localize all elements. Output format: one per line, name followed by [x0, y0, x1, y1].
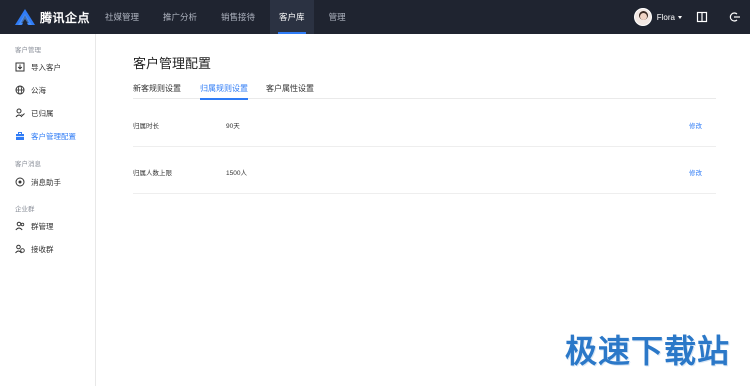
page-title: 客户管理配置 [133, 56, 212, 71]
nav-item-sales-reception[interactable]: 销售接待 [212, 0, 264, 34]
main-nav: 社媒管理 推广分析 销售接待 客户库 管理 [96, 0, 361, 34]
sidebar-item-public-pool[interactable]: 公海 [0, 82, 95, 98]
sidebar-item-label: 已归属 [31, 108, 54, 118]
book-icon[interactable] [696, 11, 708, 23]
tab-assignment-rules[interactable]: 归属规则设置 [200, 83, 248, 100]
sidebar-item-label: 公海 [31, 85, 46, 95]
sidebar-group-title-customer-messages: 客户消息 [15, 161, 41, 168]
tencent-qidian-logo-icon [15, 9, 35, 25]
group-receive-icon [15, 244, 25, 254]
group-icon [15, 221, 25, 231]
chevron-down-icon [678, 15, 682, 19]
sidebar-item-label: 消息助手 [31, 177, 61, 187]
sidebar-item-message-assistant[interactable]: 消息助手 [0, 174, 95, 190]
import-icon [15, 62, 25, 72]
tab-customer-attributes[interactable]: 客户属性设置 [266, 83, 314, 99]
top-navigation-bar: 腾讯企点 社媒管理 推广分析 销售接待 客户库 管理 Flora [0, 0, 750, 34]
sidebar-item-label: 接收群 [31, 244, 54, 254]
nav-item-customer-library[interactable]: 客户库 [270, 0, 314, 34]
sidebar-item-import-customers[interactable]: 导入客户 [0, 59, 95, 75]
watermark: 极速下载站 [564, 332, 730, 370]
setting-row-assignment-limit: 归属人数上限 1500人 修改 [133, 147, 716, 194]
message-target-icon [15, 177, 25, 187]
user-check-icon [15, 108, 25, 118]
nav-item-promotion-analysis[interactable]: 推广分析 [154, 0, 206, 34]
app-logo[interactable]: 腾讯企点 [15, 8, 90, 26]
setting-label: 归属人数上限 [133, 170, 172, 177]
logout-icon[interactable] [729, 11, 741, 23]
edit-button[interactable]: 修改 [689, 167, 702, 177]
edit-button[interactable]: 修改 [689, 120, 702, 130]
user-menu[interactable]: Flora [633, 7, 682, 27]
tab-new-customer-rules[interactable]: 新客规则设置 [133, 83, 181, 99]
setting-label: 归属时长 [133, 123, 159, 130]
sidebar-item-customer-management-config[interactable]: 客户管理配置 [0, 128, 95, 144]
sidebar-item-assigned[interactable]: 已归属 [0, 105, 95, 121]
sidebar-group-title-customer-management: 客户管理 [15, 47, 41, 54]
setting-value: 90天 [226, 123, 240, 130]
sidebar-item-receive-groups[interactable]: 接收群 [0, 241, 95, 257]
avatar[interactable] [633, 8, 652, 26]
setting-row-assignment-duration: 归属时长 90天 修改 [133, 100, 716, 147]
briefcase-icon [15, 131, 25, 141]
sidebar-item-group-management[interactable]: 群管理 [0, 218, 95, 234]
nav-item-social-media[interactable]: 社媒管理 [96, 0, 148, 34]
config-tabs: 新客规则设置 归属规则设置 客户属性设置 [133, 83, 716, 100]
sidebar-item-label: 群管理 [31, 221, 54, 231]
setting-value: 1500人 [226, 170, 247, 177]
globe-icon [15, 85, 25, 95]
sidebar: 客户管理 导入客户 公海 已归属 客户管理配置 客户消息 消息助手 企业群 群管… [0, 34, 96, 386]
sidebar-group-title-enterprise-groups: 企业群 [15, 206, 35, 213]
user-name: Flora [656, 12, 675, 22]
sidebar-item-label: 导入客户 [31, 62, 61, 72]
sidebar-item-label: 客户管理配置 [31, 131, 76, 141]
app-name: 腾讯企点 [40, 10, 91, 25]
nav-item-management[interactable]: 管理 [320, 0, 355, 34]
